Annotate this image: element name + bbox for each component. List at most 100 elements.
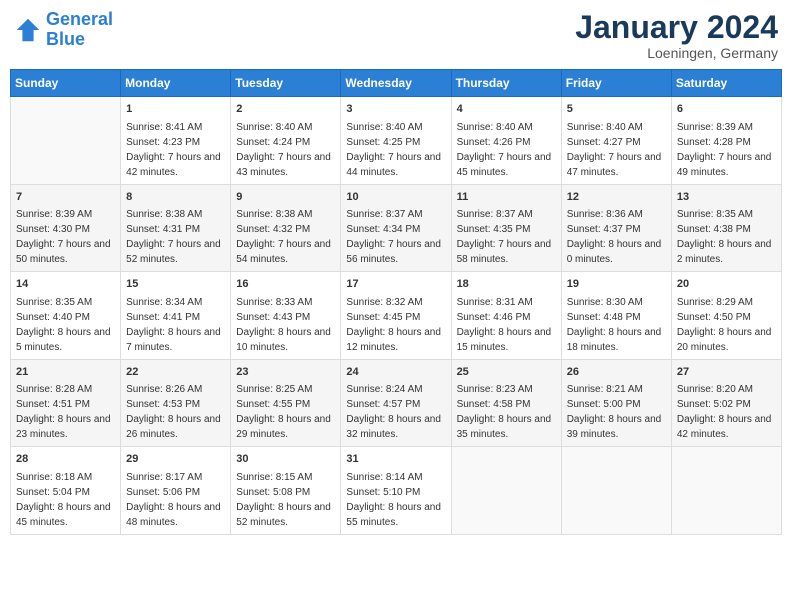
sunrise-text: Sunrise: 8:37 AM xyxy=(346,207,445,222)
daylight-text: Daylight: 8 hours and 32 minutes. xyxy=(346,412,445,442)
sunset-text: Sunset: 4:35 PM xyxy=(457,222,556,237)
calendar-cell: 23Sunrise: 8:25 AMSunset: 4:55 PMDayligh… xyxy=(231,359,341,447)
week-row-3: 14Sunrise: 8:35 AMSunset: 4:40 PMDayligh… xyxy=(11,272,782,360)
sunset-text: Sunset: 4:34 PM xyxy=(346,222,445,237)
calendar-cell: 10Sunrise: 8:37 AMSunset: 4:34 PMDayligh… xyxy=(341,184,451,272)
calendar-cell: 7Sunrise: 8:39 AMSunset: 4:30 PMDaylight… xyxy=(11,184,121,272)
calendar-cell xyxy=(11,97,121,185)
calendar-cell: 25Sunrise: 8:23 AMSunset: 4:58 PMDayligh… xyxy=(451,359,561,447)
calendar-cell: 24Sunrise: 8:24 AMSunset: 4:57 PMDayligh… xyxy=(341,359,451,447)
daylight-text: Daylight: 8 hours and 2 minutes. xyxy=(677,237,776,267)
week-row-2: 7Sunrise: 8:39 AMSunset: 4:30 PM Daylight… xyxy=(11,184,782,272)
daylight-text: Daylight: 8 hours and 12 minutes. xyxy=(346,325,445,355)
logo-icon xyxy=(14,16,42,44)
sunrise-text: Sunrise: 8:39 AM xyxy=(16,207,115,222)
calendar-cell: 31Sunrise: 8:14 AMSunset: 5:10 PMDayligh… xyxy=(341,447,451,535)
page-header: GeneralBlue January 2024 Loeningen, Germ… xyxy=(10,10,782,61)
sunrise-text: Sunrise: 8:40 AM xyxy=(457,120,556,135)
sunset-text: Sunset: 4:48 PM xyxy=(567,310,666,325)
calendar-cell: 5Sunrise: 8:40 AMSunset: 4:27 PMDaylight… xyxy=(561,97,671,185)
week-row-5: 28Sunrise: 8:18 AMSunset: 5:04 PMDayligh… xyxy=(11,447,782,535)
sunrise-text: Sunrise: 8:24 AM xyxy=(346,382,445,397)
sunset-text: Sunset: 4:27 PM xyxy=(567,135,666,150)
calendar-cell: 3Sunrise: 8:40 AMSunset: 4:25 PMDaylight… xyxy=(341,97,451,185)
day-number: 6 xyxy=(677,101,776,118)
day-number: 12 xyxy=(567,189,666,206)
day-number: 2 xyxy=(236,101,335,118)
week-row-1: 1Sunrise: 8:41 AMSunset: 4:23 PMDaylight… xyxy=(11,97,782,185)
sunset-text: Sunset: 4:45 PM xyxy=(346,310,445,325)
calendar-cell: 20Sunrise: 8:29 AMSunset: 4:50 PMDayligh… xyxy=(671,272,781,360)
calendar-cell: 19Sunrise: 8:30 AMSunset: 4:48 PMDayligh… xyxy=(561,272,671,360)
daylight-text: Daylight: 8 hours and 10 minutes. xyxy=(236,325,335,355)
sunrise-text: Sunrise: 8:20 AM xyxy=(677,382,776,397)
sunrise-text: Sunrise: 8:23 AM xyxy=(457,382,556,397)
daylight-text: Daylight: 8 hours and 26 minutes. xyxy=(126,412,225,442)
sunset-text: Sunset: 4:28 PM xyxy=(677,135,776,150)
calendar-cell: 1Sunrise: 8:41 AMSunset: 4:23 PMDaylight… xyxy=(121,97,231,185)
daylight-text: Daylight: 7 hours and 52 minutes. xyxy=(126,237,225,267)
calendar-cell: 22Sunrise: 8:26 AMSunset: 4:53 PMDayligh… xyxy=(121,359,231,447)
sunrise-text: Sunrise: 8:31 AM xyxy=(457,295,556,310)
day-number: 20 xyxy=(677,276,776,293)
sunset-text: Sunset: 4:30 PM xyxy=(16,222,115,237)
sunset-text: Sunset: 5:04 PM xyxy=(16,485,115,500)
calendar-cell xyxy=(671,447,781,535)
location: Loeningen, Germany xyxy=(575,45,778,61)
sunset-text: Sunset: 4:51 PM xyxy=(16,397,115,412)
daylight-text: Daylight: 7 hours and 56 minutes. xyxy=(346,237,445,267)
sunrise-text: Sunrise: 8:18 AM xyxy=(16,470,115,485)
day-number: 30 xyxy=(236,451,335,468)
sunset-text: Sunset: 4:57 PM xyxy=(346,397,445,412)
daylight-text: Daylight: 8 hours and 42 minutes. xyxy=(677,412,776,442)
sunrise-text: Sunrise: 8:35 AM xyxy=(677,207,776,222)
daylight-text: Daylight: 7 hours and 43 minutes. xyxy=(236,150,335,180)
calendar-cell: 27Sunrise: 8:20 AMSunset: 5:02 PMDayligh… xyxy=(671,359,781,447)
sunrise-text: Sunrise: 8:37 AM xyxy=(457,207,556,222)
sunset-text: Sunset: 4:53 PM xyxy=(126,397,225,412)
calendar-cell: 15Sunrise: 8:34 AMSunset: 4:41 PMDayligh… xyxy=(121,272,231,360)
sunrise-text: Sunrise: 8:28 AM xyxy=(16,382,115,397)
sunset-text: Sunset: 5:06 PM xyxy=(126,485,225,500)
sunrise-text: Sunrise: 8:29 AM xyxy=(677,295,776,310)
calendar-cell: 16Sunrise: 8:33 AMSunset: 4:43 PMDayligh… xyxy=(231,272,341,360)
calendar-cell: 17Sunrise: 8:32 AMSunset: 4:45 PMDayligh… xyxy=(341,272,451,360)
daylight-text: Daylight: 8 hours and 0 minutes. xyxy=(567,237,666,267)
daylight-text: Daylight: 8 hours and 35 minutes. xyxy=(457,412,556,442)
sunrise-text: Sunrise: 8:41 AM xyxy=(126,120,225,135)
calendar-cell: 2Sunrise: 8:40 AMSunset: 4:24 PMDaylight… xyxy=(231,97,341,185)
sunrise-text: Sunrise: 8:33 AM xyxy=(236,295,335,310)
calendar-cell: 18Sunrise: 8:31 AMSunset: 4:46 PMDayligh… xyxy=(451,272,561,360)
day-number: 7 xyxy=(16,189,115,206)
logo-text: GeneralBlue xyxy=(46,10,113,50)
day-number: 19 xyxy=(567,276,666,293)
sunset-text: Sunset: 4:37 PM xyxy=(567,222,666,237)
sunset-text: Sunset: 4:23 PM xyxy=(126,135,225,150)
calendar-cell: 6Sunrise: 8:39 AMSunset: 4:28 PMDaylight… xyxy=(671,97,781,185)
daylight-text: Daylight: 8 hours and 15 minutes. xyxy=(457,325,556,355)
sunrise-text: Sunrise: 8:26 AM xyxy=(126,382,225,397)
calendar-cell: 14Sunrise: 8:35 AMSunset: 4:40 PMDayligh… xyxy=(11,272,121,360)
col-header-saturday: Saturday xyxy=(671,70,781,97)
day-number: 13 xyxy=(677,189,776,206)
day-number: 4 xyxy=(457,101,556,118)
day-number: 18 xyxy=(457,276,556,293)
daylight-text: Daylight: 8 hours and 20 minutes. xyxy=(677,325,776,355)
calendar-header-row: SundayMondayTuesdayWednesdayThursdayFrid… xyxy=(11,70,782,97)
sunset-text: Sunset: 4:32 PM xyxy=(236,222,335,237)
calendar-cell: 21Sunrise: 8:28 AMSunset: 4:51 PMDayligh… xyxy=(11,359,121,447)
sunrise-text: Sunrise: 8:40 AM xyxy=(346,120,445,135)
daylight-text: Daylight: 8 hours and 55 minutes. xyxy=(346,500,445,530)
col-header-thursday: Thursday xyxy=(451,70,561,97)
daylight-text: Daylight: 8 hours and 29 minutes. xyxy=(236,412,335,442)
sunset-text: Sunset: 4:55 PM xyxy=(236,397,335,412)
calendar-cell: 29Sunrise: 8:17 AMSunset: 5:06 PMDayligh… xyxy=(121,447,231,535)
sunrise-text: Sunrise: 8:39 AM xyxy=(677,120,776,135)
daylight-text: Daylight: 7 hours and 54 minutes. xyxy=(236,237,335,267)
day-number: 10 xyxy=(346,189,445,206)
daylight-text: Daylight: 7 hours and 42 minutes. xyxy=(126,150,225,180)
day-number: 29 xyxy=(126,451,225,468)
daylight-text: Daylight: 7 hours and 47 minutes. xyxy=(567,150,666,180)
day-number: 31 xyxy=(346,451,445,468)
calendar-cell: 9Sunrise: 8:38 AMSunset: 4:32 PMDaylight… xyxy=(231,184,341,272)
